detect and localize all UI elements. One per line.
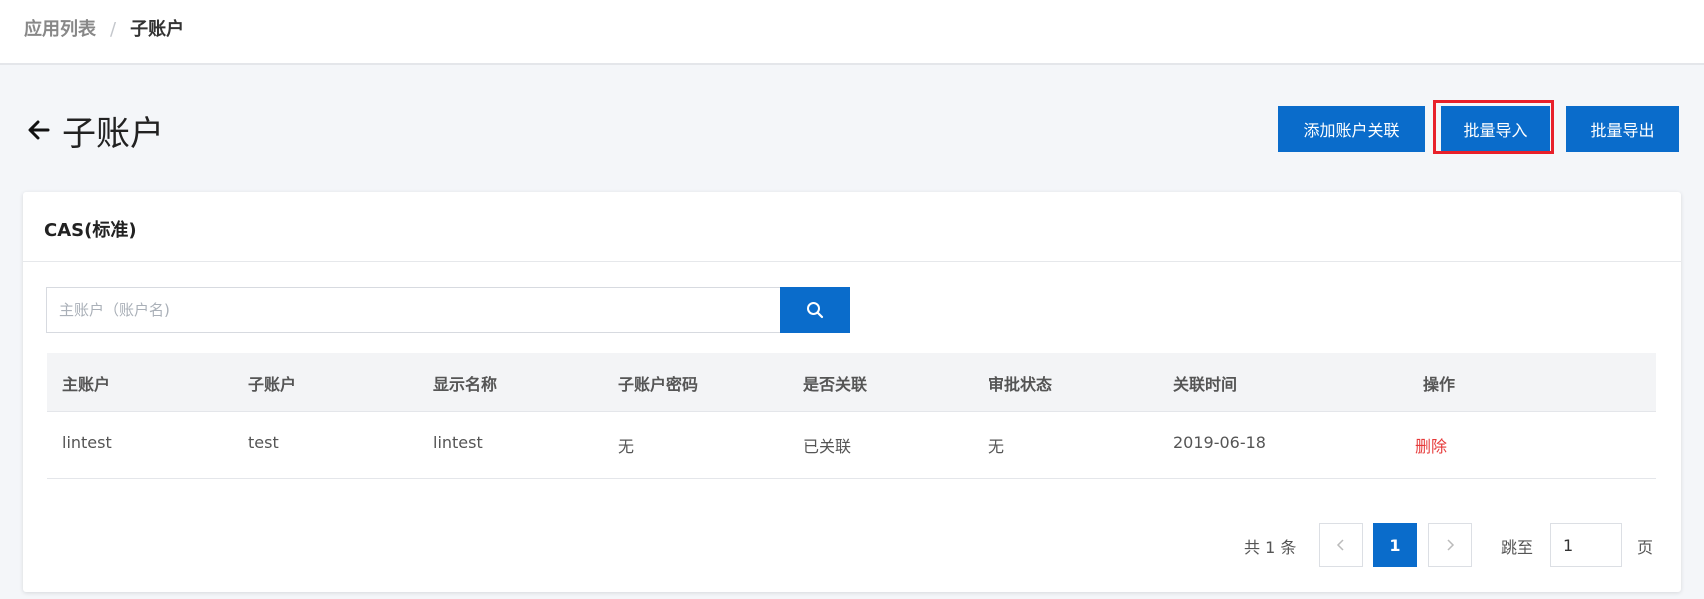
search-button[interactable] [780,287,850,333]
column-header-sub-account: 子账户 [248,375,297,394]
column-header-sub-password: 子账户密码 [618,375,699,394]
pagination-page-label: 页 [1637,538,1654,557]
column-header-main-account: 主账户 [62,375,111,394]
search-icon [807,302,824,319]
batch-import-button[interactable]: 批量导入 [1441,106,1550,152]
pagination-total: 共 1 条 [1244,538,1297,557]
table-row: lintest test lintest 无 已关联 无 2019-06-18 … [47,411,1656,479]
cell-sub-account: test [248,433,279,452]
cell-display-name: lintest [433,433,483,452]
breadcrumb: 应用列表 / 子账户 [24,15,184,41]
cell-sub-password: 无 [618,437,635,456]
breadcrumb-app-list-link[interactable]: 应用列表 [24,19,96,40]
column-header-actions: 操作 [1423,375,1456,394]
cell-main-account: lintest [62,433,112,452]
cell-approval: 无 [988,437,1005,456]
arrow-left-icon[interactable] [26,117,52,143]
column-header-linked-time: 关联时间 [1173,375,1238,394]
chevron-left-icon [1336,539,1344,551]
search-input[interactable] [46,287,780,333]
pagination-prev-button[interactable] [1319,523,1363,567]
batch-export-button[interactable]: 批量导出 [1566,106,1679,152]
cell-linked-time: 2019-06-18 [1173,433,1266,452]
cell-linked: 已关联 [803,437,852,456]
delete-link[interactable]: 删除 [1415,433,1447,457]
table-header: 主账户 子账户 显示名称 子账户密码 是否关联 审批状态 关联时间 操作 [47,353,1656,412]
page-title: 子账户 [62,114,164,154]
sub-account-card: CAS(标准) 主账户 子账户 显示名称 子账户密码 是否关联 审批状态 关联时… [23,192,1681,592]
breadcrumb-current: 子账户 [130,19,185,40]
divider [23,261,1681,262]
column-header-display-name: 显示名称 [433,375,498,394]
column-header-linked: 是否关联 [803,375,868,394]
pagination-next-button[interactable] [1428,523,1472,567]
chevron-right-icon [1447,539,1455,551]
card-title: CAS(标准) [44,220,137,241]
breadcrumb-separator: / [110,19,117,40]
top-bar: 应用列表 / 子账户 [0,0,1704,65]
column-header-approval: 审批状态 [988,375,1053,394]
add-account-link-button[interactable]: 添加账户关联 [1278,106,1425,152]
pagination-page-1[interactable]: 1 [1373,523,1417,567]
pagination-jump-label: 跳至 [1501,538,1534,557]
pagination-jump-input[interactable] [1550,523,1622,567]
